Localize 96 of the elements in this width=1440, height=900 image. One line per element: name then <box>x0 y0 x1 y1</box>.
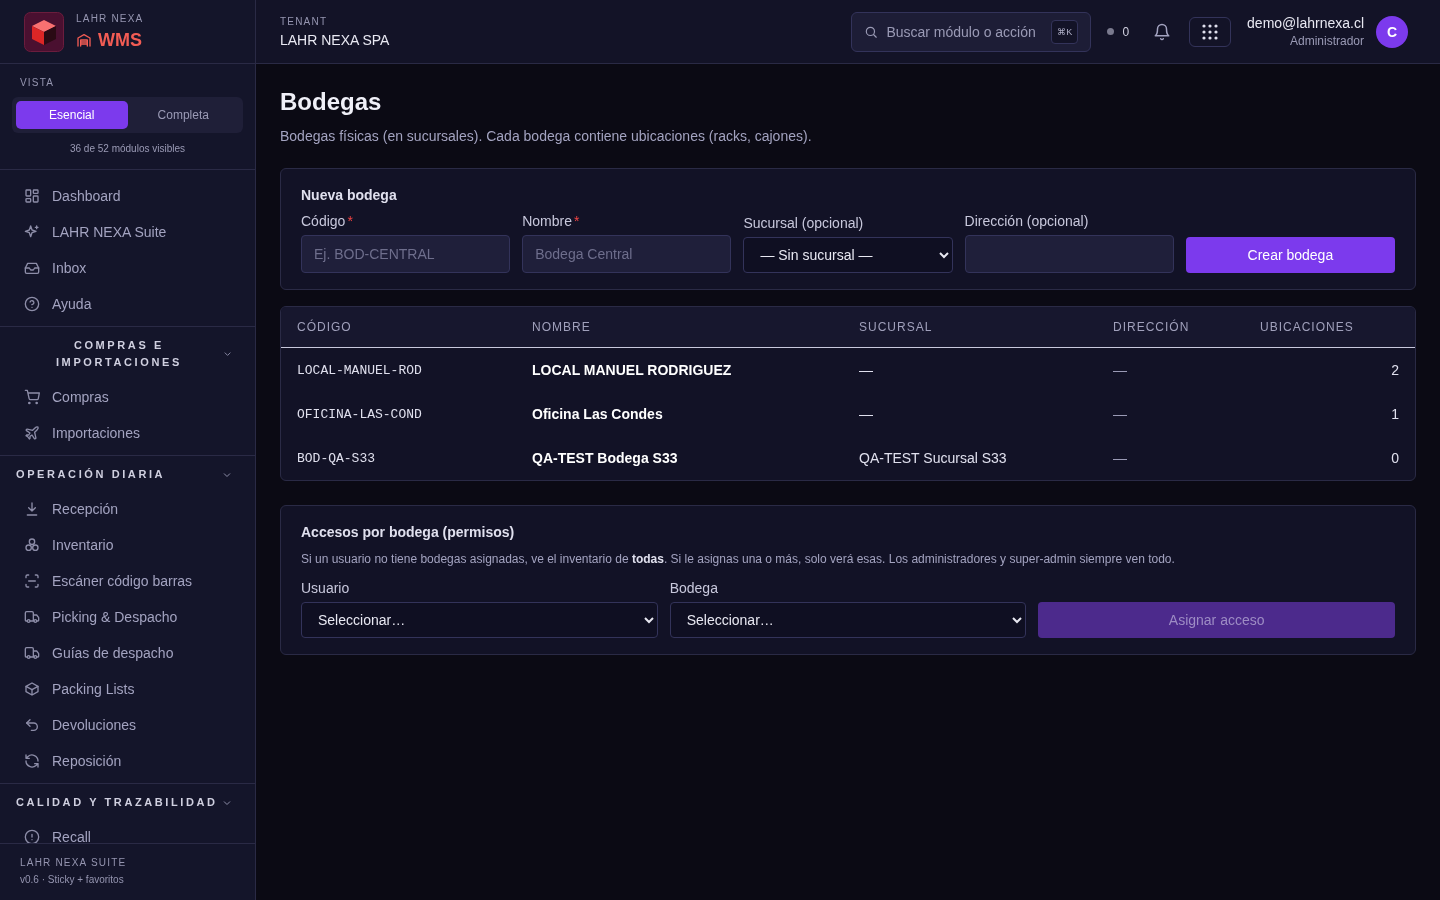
warehouse-icon <box>76 32 92 48</box>
user-role: Administrador <box>1288 34 1364 48</box>
table-cell: — <box>1097 347 1244 392</box>
sidebar-item[interactable]: Devoluciones <box>0 707 255 743</box>
field-label: Usuario <box>301 580 350 596</box>
toggle-option[interactable]: Esencial <box>16 101 128 129</box>
user-email: demo@lahrnexa.cl <box>1247 15 1364 31</box>
boxes-icon <box>24 537 40 553</box>
version-text: v0.6 · Sticky + favoritos <box>20 874 125 885</box>
cart-icon <box>24 389 40 405</box>
required-mark: * <box>574 213 580 229</box>
card-title: Accesos por bodega (permisos) <box>301 524 516 540</box>
dots-grid-icon <box>1202 23 1219 40</box>
table-cell: LOCAL-MANUEL-ROD <box>281 347 516 392</box>
field-label: Sucursal (opcional) <box>743 215 864 231</box>
search-field[interactable]: Buscar módulo o acción ⌘K <box>851 11 1092 52</box>
table-cell-text: 1 <box>1390 405 1400 424</box>
sidebar-item[interactable]: Dashboard <box>0 178 255 214</box>
footer-title: LAHR NEXA SUITE <box>20 857 128 868</box>
company-name: LAHR NEXA <box>76 12 144 24</box>
select-field[interactable]: — Sin sucursal — <box>743 237 953 273</box>
field-label: Dirección (opcional) <box>964 213 1089 229</box>
scan-icon <box>24 573 40 589</box>
sidebar-item[interactable]: Reposición <box>0 743 255 779</box>
required-mark: * <box>347 213 353 229</box>
table-cell-text: Oficina Las Condes <box>531 405 664 424</box>
access-note: Si un usuario no tiene bodegas asignadas, ve el inventario de todas. Si le asignas una o más, solo verá esas. Los administradores y super-admin siempre ven todo. <box>301 552 1176 566</box>
download-icon <box>24 501 40 517</box>
table-cell-text: OFICINA-LAS-COND <box>296 405 423 424</box>
column-header: DIRECCIÓN <box>1097 307 1244 348</box>
field-label: Código <box>301 213 346 229</box>
field-label: Bodega <box>669 580 718 596</box>
column-header: CÓDIGO <box>281 307 516 348</box>
refresh-icon <box>24 753 40 769</box>
sidebar-item[interactable]: Guías de despacho <box>0 635 255 671</box>
table-cell-text: — <box>1112 449 1128 468</box>
section-heading[interactable]: OPERACIÓN DIARIA <box>16 466 166 483</box>
search-icon <box>864 24 879 39</box>
table-cell-text: — <box>858 405 874 424</box>
shortcut-key: ⌘K <box>1051 19 1079 44</box>
table-cell-text: QA-TEST Sucursal S33 <box>858 449 1008 468</box>
table-cell: — <box>843 347 1097 392</box>
section-label: VISTA <box>19 77 56 88</box>
sidebar-item[interactable]: Recepción <box>0 491 255 527</box>
module-count: 36 de 52 módulos visibles <box>68 143 187 154</box>
sidebar-item[interactable]: Packing Lists <box>0 671 255 707</box>
tenant-name: LAHR NEXA SPA <box>280 31 390 48</box>
toggle-option[interactable]: Completa <box>127 101 239 129</box>
sparkles-icon <box>24 224 40 240</box>
user-avatar[interactable]: C <box>1376 15 1408 48</box>
sidebar-item[interactable]: Escáner código barras <box>0 563 255 599</box>
table-cell-text: 0 <box>1390 449 1400 468</box>
table-cell-text: BOD-QA-S33 <box>296 449 376 468</box>
plane-icon <box>24 425 40 441</box>
column-header: NOMBRE <box>516 307 843 348</box>
sidebar-item[interactable]: Importaciones <box>0 415 255 451</box>
alert-icon <box>24 829 40 843</box>
table-cell-text: — <box>1112 405 1128 424</box>
sidebar-item[interactable]: Compras <box>0 379 255 415</box>
status-dot-icon <box>1107 28 1115 35</box>
section-heading[interactable]: COMPRAS E IMPORTACIONES <box>16 337 222 371</box>
page-subtitle: Bodegas físicas (en sucursales). Cada bodega contiene ubicaciones (racks, cajones). <box>280 128 813 144</box>
apps-button[interactable] <box>1189 16 1232 47</box>
truck-icon <box>24 645 40 661</box>
create-button[interactable]: Crear bodega <box>1185 237 1395 273</box>
table-cell-text: QA-TEST Bodega S33 <box>531 449 679 468</box>
tenant-label: TENANT <box>280 15 329 27</box>
status-count: 0 <box>1122 24 1130 39</box>
column-header: SUCURSAL <box>843 307 1097 348</box>
inbox-icon <box>24 260 40 276</box>
sidebar-item[interactable]: Ayuda <box>0 286 255 322</box>
cube-logo <box>24 11 64 52</box>
select-field[interactable]: Seleccionar… <box>669 602 1027 638</box>
sidebar-item[interactable]: Inventario <box>0 527 255 563</box>
page-title: Bodegas <box>280 88 383 116</box>
field-label: Nombre <box>522 213 572 229</box>
input-field[interactable] <box>964 235 1174 273</box>
sidebar-item[interactable]: LAHR NEXA Suite <box>0 214 255 250</box>
sidebar-item[interactable]: Picking & Despacho <box>0 599 255 635</box>
input-field[interactable]: Ej. BOD-CENTRAL <box>301 235 511 273</box>
help-icon <box>24 296 40 312</box>
input-field[interactable]: Bodega Central <box>522 235 732 273</box>
column-header: UBICACIONES <box>1244 307 1415 348</box>
card-title: Nueva bodega <box>301 187 398 203</box>
package-icon <box>24 681 40 697</box>
grid-icon <box>24 188 40 204</box>
sidebar-item[interactable]: Inbox <box>0 250 255 286</box>
bell-icon[interactable] <box>1153 22 1172 41</box>
sidebar-item[interactable]: Recall <box>0 819 255 843</box>
section-heading[interactable]: CALIDAD Y TRAZABILIDAD <box>16 794 218 811</box>
table-cell: LOCAL MANUEL RODRIGUEZ <box>516 347 843 392</box>
undo-icon <box>24 717 40 733</box>
truck-icon <box>24 609 40 625</box>
select-field[interactable]: Seleccionar… <box>301 602 658 638</box>
table-cell: 2 <box>1244 347 1415 392</box>
product-name: WMS <box>98 29 142 51</box>
